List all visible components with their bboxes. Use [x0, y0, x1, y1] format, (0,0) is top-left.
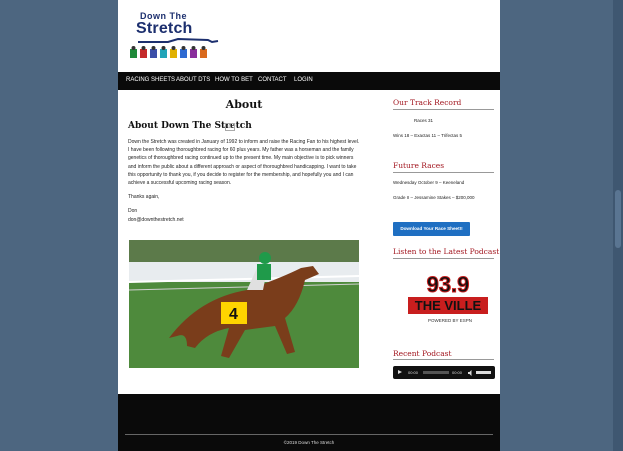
- races-count: Races 31: [414, 118, 434, 123]
- podcast-title: Listen to the Latest Podcast: [393, 247, 500, 256]
- about-paragraph: Down the Stretch was created in January …: [128, 139, 360, 187]
- nav-contact[interactable]: CONTACT: [258, 77, 287, 83]
- site-logo[interactable]: Down The Stretch: [128, 8, 220, 62]
- radio-logo-name: THE VILLE: [415, 298, 482, 313]
- about-text: Down the Stretch was created in January …: [128, 138, 360, 224]
- divider: [393, 359, 494, 360]
- copyright: ©2019 Down The Stretch: [283, 440, 335, 445]
- nav-login[interactable]: LOGIN: [294, 77, 313, 83]
- track-record-title: Our Track Record: [393, 98, 462, 107]
- divider: [393, 258, 494, 259]
- future-race-2: Grade II – Jessamine Stakes – $200,000: [393, 195, 475, 200]
- window-scrollbar[interactable]: [613, 0, 623, 451]
- thanks-line: Thanks again,: [128, 194, 160, 201]
- edit-icon[interactable]: 0: [225, 123, 235, 131]
- page-container: Down The Stretch RACING SHEETS ABOUT DTS…: [118, 0, 500, 451]
- radio-logo-number: 93.9: [427, 272, 470, 297]
- volume-icon[interactable]: [468, 369, 473, 376]
- site-footer: ©2019 Down The Stretch: [118, 394, 500, 451]
- saddle-number: 4: [229, 306, 238, 323]
- logo-line-2: Stretch: [136, 20, 193, 37]
- wins-line: Wins 18 – Exactas 11 – Trifectas 5: [393, 133, 462, 138]
- logo-horse-icon: [138, 38, 219, 44]
- play-icon[interactable]: [398, 370, 402, 374]
- racehorse-photo: 4: [129, 240, 359, 368]
- nav-about-dts[interactable]: ABOUT DTS: [176, 77, 210, 83]
- divider: [393, 109, 494, 110]
- radio-station-logo[interactable]: 93.9 THE VILLE POWERED BY ESPN: [404, 270, 492, 328]
- player-progress-bar[interactable]: [423, 371, 449, 374]
- volume-slider[interactable]: [476, 371, 491, 374]
- future-races-title: Future Races: [393, 161, 445, 170]
- nav-racing-sheets[interactable]: RACING SHEETS: [126, 77, 175, 83]
- nav-how-to-bet[interactable]: HOW TO BET: [215, 77, 253, 83]
- audio-player: 00:00 00:00: [393, 366, 495, 379]
- recent-podcast-title: Recent Podcast: [393, 349, 452, 358]
- signature-name: Don: [128, 208, 138, 215]
- footer-divider: [125, 434, 493, 435]
- main-nav: RACING SHEETS ABOUT DTS HOW TO BET CONTA…: [118, 72, 500, 90]
- divider: [393, 172, 494, 173]
- page-title: About: [225, 98, 263, 111]
- player-current-time: 00:00: [408, 369, 419, 375]
- logo-jockeys-icon: [130, 46, 207, 58]
- future-race-1: Wednesday October 9 – Keeneland: [393, 180, 465, 185]
- site-header: Down The Stretch: [118, 0, 500, 72]
- download-race-sheet-button[interactable]: Download Your Race Sheet!!: [393, 222, 470, 236]
- player-duration: 00:00: [452, 369, 463, 375]
- signature-email[interactable]: don@downthestretch.net: [128, 216, 360, 224]
- radio-logo-sub: POWERED BY ESPN: [428, 318, 472, 323]
- scrollbar-thumb[interactable]: [615, 190, 621, 248]
